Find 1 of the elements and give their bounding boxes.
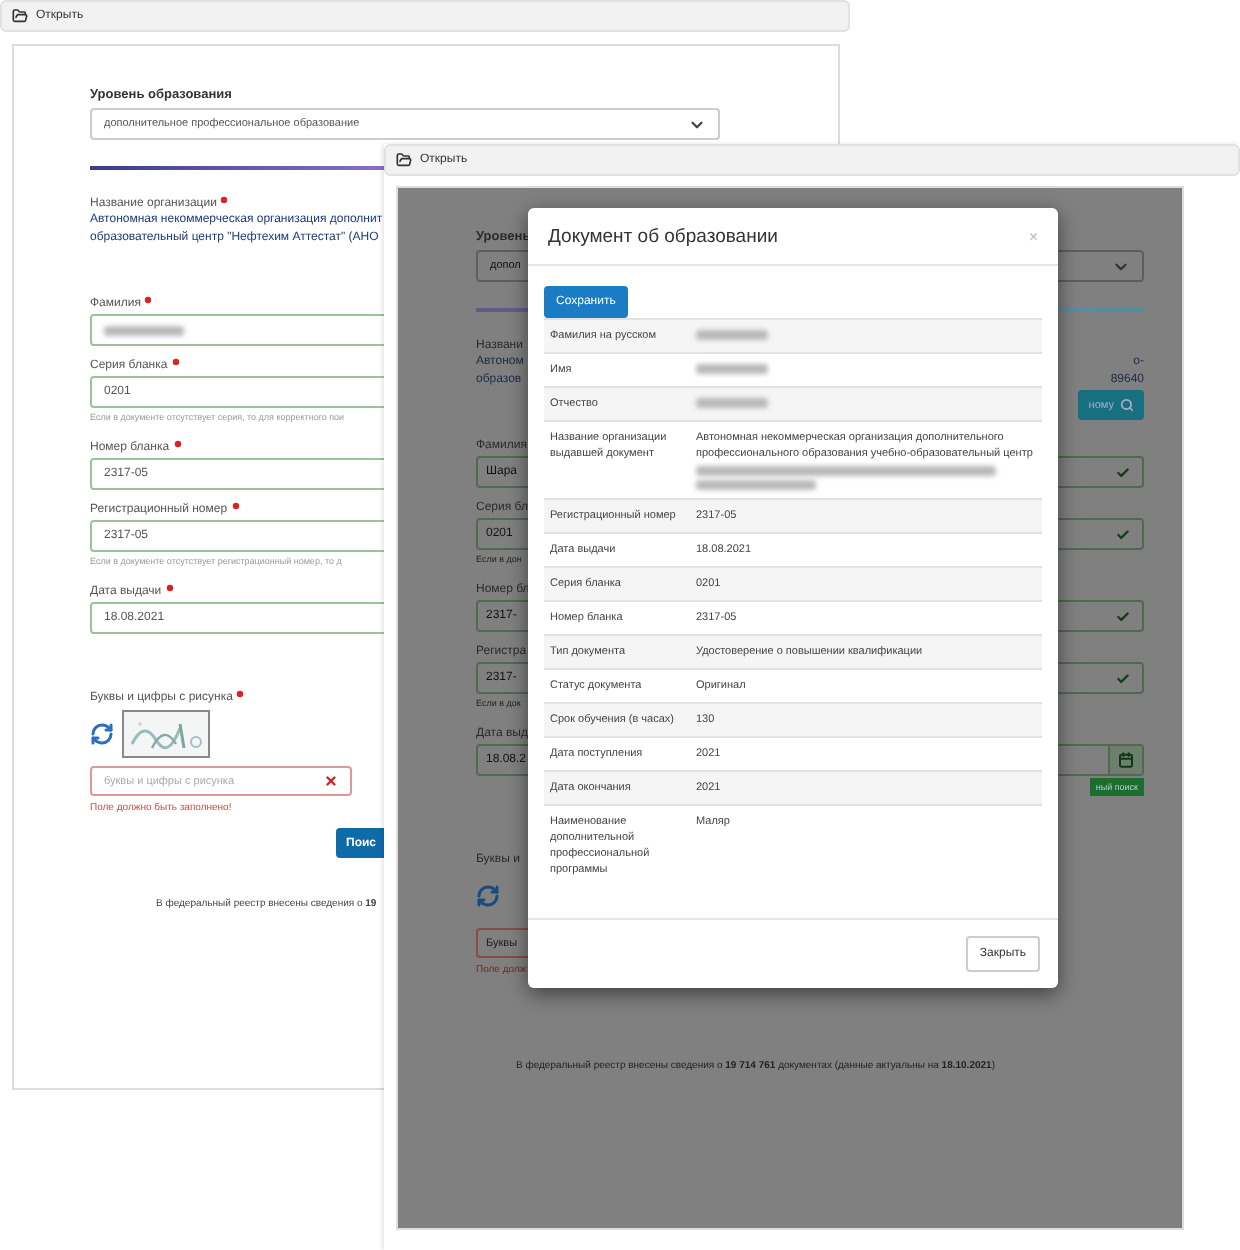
dialog-title: Документ об образовании (548, 225, 778, 247)
